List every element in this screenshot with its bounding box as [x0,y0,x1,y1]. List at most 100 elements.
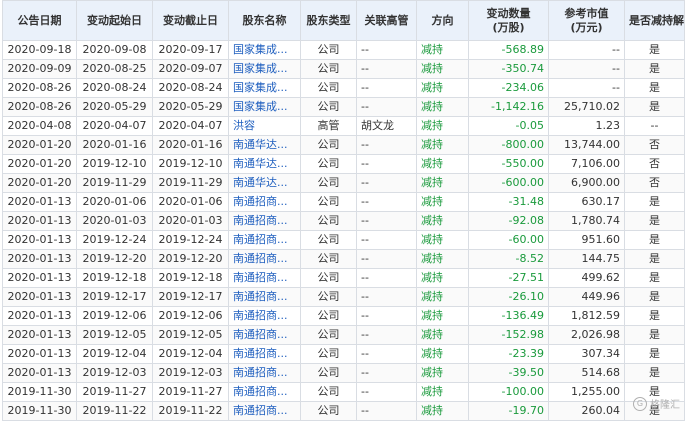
cell-start-date: 2019-12-05 [76,325,153,345]
cell-direction: 减持 [416,230,469,250]
table-row: 2020-01-13 2019-12-20 2019-12-20 南通招商... 公司 -… [2,249,685,269]
cell-end-date: 2019-12-18 [152,268,229,288]
cell-holder-type: 公司 [300,154,357,174]
table-row: 2019-11-30 2019-11-22 2019-11-22 南通招商... 公司 -… [2,401,685,421]
cell-direction: 减持 [416,344,469,364]
header-market-value[interactable]: 参考市值 (万元) [548,0,625,41]
header-change-amount[interactable]: 变动数量 (万股) [468,0,549,41]
cell-holder-name[interactable]: 国家集成... [228,78,301,98]
header-holder-type-label: 股东类型 [306,13,351,27]
table-row: 2020-01-13 2019-12-04 2019-12-04 南通招商... 公司 -… [2,344,685,364]
header-direction[interactable]: 方向 [416,0,469,41]
cell-holder-name[interactable]: 南通招商... [228,268,301,288]
cell-change-amount: -136.49 [468,306,549,326]
cell-direction: 减持 [416,97,469,117]
cell-start-date: 2020-08-25 [76,59,153,79]
cell-related-exec: -- [356,135,417,155]
cell-unlock: 是 [624,40,685,60]
cell-holder-type: 公司 [300,135,357,155]
table-row: 2020-01-13 2019-12-05 2019-12-05 南通招商... 公司 -… [2,325,685,345]
cell-related-exec: -- [356,287,417,307]
cell-change-amount: -26.10 [468,287,549,307]
cell-direction: 减持 [416,268,469,288]
cell-announce-date: 2020-01-20 [2,173,77,193]
cell-start-date: 2019-11-22 [76,401,153,421]
header-related-exec-label: 关联高管 [364,13,409,27]
cell-holder-name[interactable]: 南通招商... [228,382,301,402]
cell-change-amount: -23.39 [468,344,549,364]
cell-related-exec: -- [356,249,417,269]
cell-unlock: 否 [624,135,685,155]
header-market-value-label: 参考市值 [564,6,609,20]
header-holder-type[interactable]: 股东类型 [300,0,357,41]
cell-holder-type: 公司 [300,97,357,117]
header-end-date[interactable]: 变动截止日 [152,0,229,41]
cell-holder-name[interactable]: 南通招商... [228,249,301,269]
cell-unlock: 是 [624,78,685,98]
cell-direction: 减持 [416,306,469,326]
cell-market-value: 1,780.74 [548,211,625,231]
header-holder-name[interactable]: 股东名称 [228,0,301,41]
header-start-date[interactable]: 变动起始日 [76,0,153,41]
cell-holder-type: 公司 [300,230,357,250]
cell-holder-name[interactable]: 南通招商... [228,344,301,364]
cell-end-date: 2020-09-07 [152,59,229,79]
table-row: 2020-01-20 2019-11-29 2019-11-29 南通华达... 公司 -… [2,173,685,193]
header-unlock-label: 是否减持解禁 [629,13,684,27]
cell-holder-name[interactable]: 南通华达... [228,154,301,174]
cell-holder-name[interactable]: 南通华达... [228,135,301,155]
cell-holder-type: 公司 [300,211,357,231]
cell-unlock: 是 [624,306,685,326]
cell-unlock: 是 [624,230,685,250]
cell-end-date: 2020-01-16 [152,135,229,155]
cell-holder-name[interactable]: 南通招商... [228,325,301,345]
table-row: 2020-01-13 2019-12-18 2019-12-18 南通招商... 公司 -… [2,268,685,288]
cell-direction: 减持 [416,249,469,269]
cell-holder-type: 公司 [300,401,357,421]
header-change-amount-label: 变动数量 [486,6,531,20]
cell-start-date: 2019-12-03 [76,363,153,383]
table-row: 2020-01-13 2019-12-03 2019-12-03 南通招商... 公司 -… [2,363,685,383]
header-announce-date[interactable]: 公告日期 [2,0,77,41]
cell-unlock: 是 [624,192,685,212]
cell-market-value: 1.23 [548,116,625,136]
cell-holder-name[interactable]: 南通华达... [228,173,301,193]
cell-change-amount: -800.00 [468,135,549,155]
cell-holder-name[interactable]: 南通招商... [228,363,301,383]
cell-end-date: 2019-12-04 [152,344,229,364]
header-market-value-label: (万元) [570,20,603,34]
cell-direction: 减持 [416,192,469,212]
cell-end-date: 2019-12-17 [152,287,229,307]
cell-direction: 减持 [416,59,469,79]
cell-holder-name[interactable]: 洪容 [228,116,301,136]
cell-holder-type: 公司 [300,306,357,326]
cell-announce-date: 2020-01-13 [2,211,77,231]
cell-holder-name[interactable]: 南通招商... [228,306,301,326]
cell-change-amount: -19.70 [468,401,549,421]
table-row: 2020-09-18 2020-09-08 2020-09-17 国家集成... 公司 -… [2,40,685,60]
cell-related-exec: -- [356,40,417,60]
cell-holder-name[interactable]: 南通招商... [228,287,301,307]
cell-end-date: 2020-01-06 [152,192,229,212]
cell-holder-name[interactable]: 国家集成... [228,40,301,60]
watermark: G 格隆汇 [633,396,680,411]
cell-start-date: 2020-08-24 [76,78,153,98]
cell-start-date: 2020-01-06 [76,192,153,212]
cell-holder-name[interactable]: 南通招商... [228,401,301,421]
header-related-exec[interactable]: 关联高管 [356,0,417,41]
header-unlock[interactable]: 是否减持解禁 [624,0,685,41]
cell-holder-name[interactable]: 国家集成... [228,97,301,117]
cell-market-value: 951.60 [548,230,625,250]
cell-holder-name[interactable]: 南通招商... [228,211,301,231]
cell-holder-name[interactable]: 国家集成... [228,59,301,79]
cell-unlock: 是 [624,268,685,288]
cell-direction: 减持 [416,154,469,174]
table-row: 2020-01-13 2019-12-06 2019-12-06 南通招商... 公司 -… [2,306,685,326]
cell-end-date: 2019-12-20 [152,249,229,269]
cell-related-exec: -- [356,154,417,174]
cell-change-amount: -1,142.16 [468,97,549,117]
cell-direction: 减持 [416,211,469,231]
cell-holder-name[interactable]: 南通招商... [228,192,301,212]
cell-holder-name[interactable]: 南通招商... [228,230,301,250]
table-header-row: 公告日期 变动起始日 变动截止日 股东名称 股东类型 关联高管 方向 变动数量 (万股) 参考市值… [2,0,685,41]
